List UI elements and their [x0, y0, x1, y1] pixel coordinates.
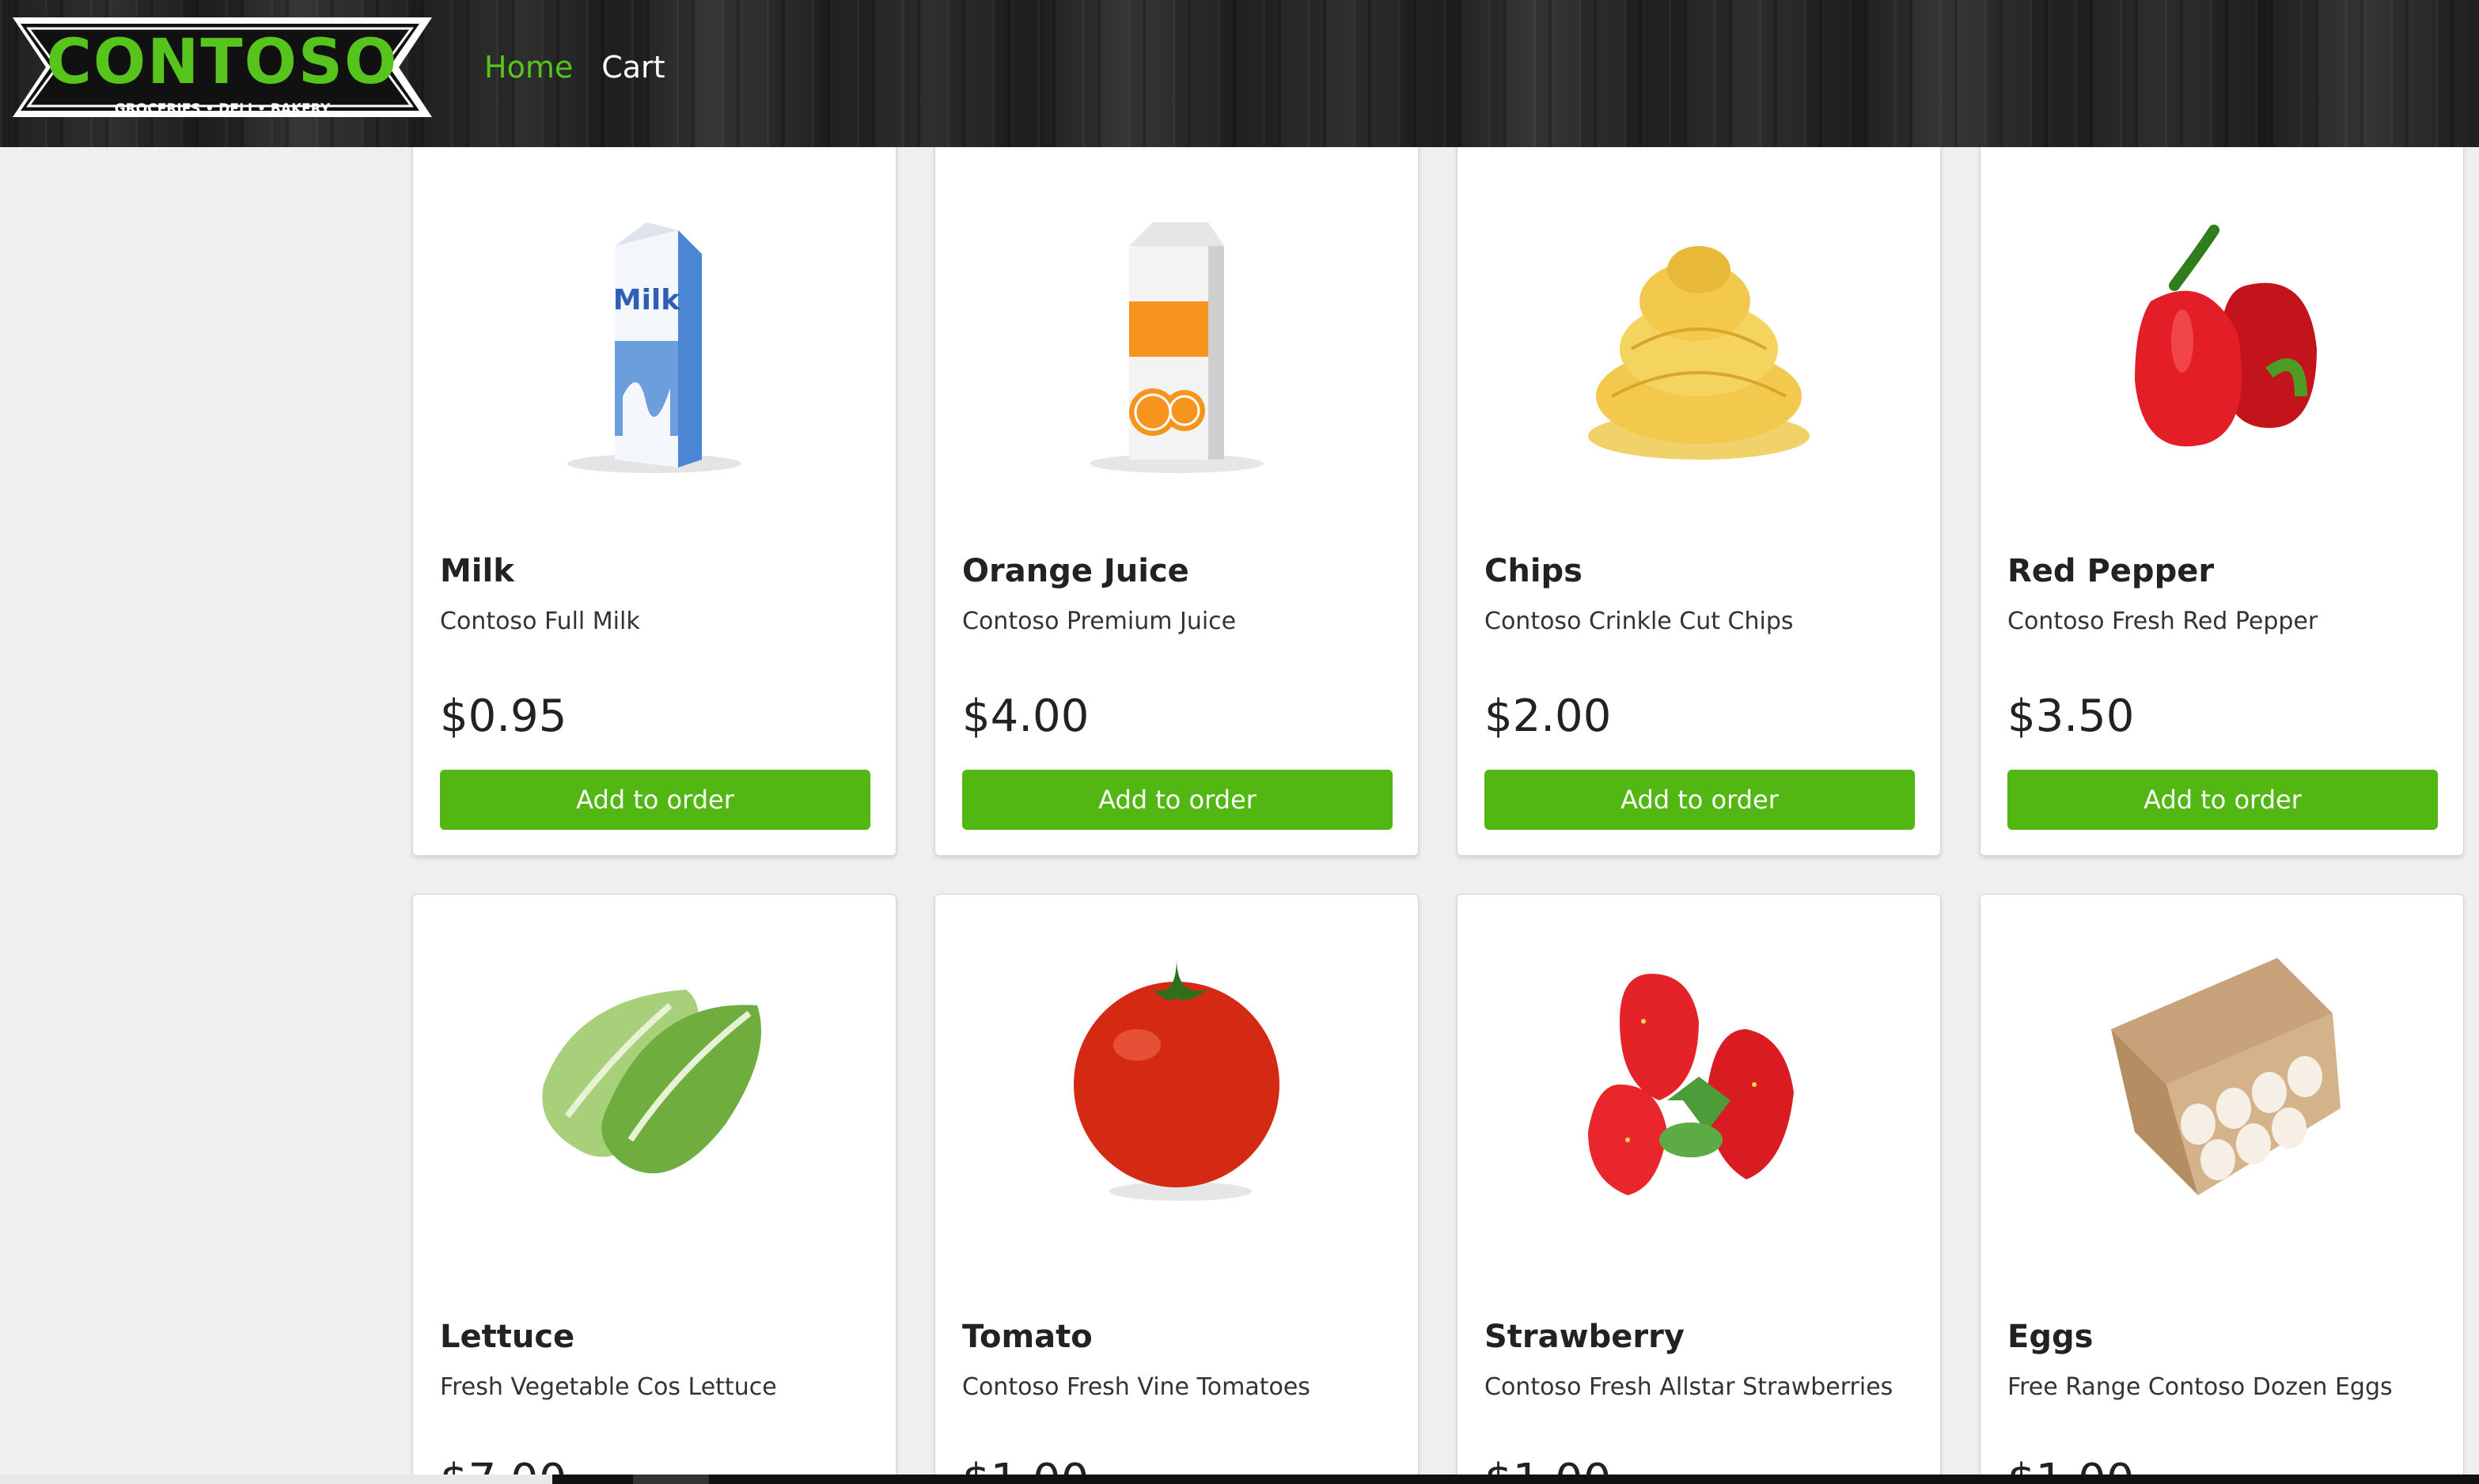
product-description: Fresh Vegetable Cos Lettuce	[440, 1373, 777, 1401]
product-description: Contoso Fresh Red Pepper	[2007, 608, 2318, 635]
product-description: Contoso Fresh Allstar Strawberries	[1484, 1373, 1893, 1401]
red-pepper-icon	[2135, 225, 2317, 447]
top-navigation-bar: CONTOSO GROCERIES • DELI • BAKERY Home C…	[0, 0, 2479, 147]
strawberry-icon	[1588, 974, 1794, 1195]
product-image	[935, 918, 1418, 1219]
product-price: $3.50	[2007, 691, 2135, 742]
product-description: Contoso Full Milk	[440, 608, 640, 635]
product-card-eggs: Eggs Free Range Contoso Dozen Eggs $1.00	[1980, 894, 2464, 1484]
add-to-order-button[interactable]: Add to order	[440, 770, 870, 830]
product-image	[413, 918, 896, 1219]
product-title: Chips	[1484, 553, 1583, 589]
nav-home-link[interactable]: Home	[484, 52, 573, 82]
product-grid: Milk Milk Contoso Full Milk $0.95 Add to…	[0, 0, 2479, 1484]
product-description: Free Range Contoso Dozen Eggs	[2007, 1373, 2393, 1401]
contoso-logo[interactable]: CONTOSO GROCERIES • DELI • BAKERY	[11, 14, 434, 120]
add-to-order-button[interactable]: Add to order	[962, 770, 1393, 830]
product-image	[1457, 918, 1940, 1219]
horizontal-scrollbar[interactable]	[0, 1475, 2479, 1484]
product-card-strawberry: Strawberry Contoso Fresh Allstar Strawbe…	[1457, 894, 1941, 1484]
product-card-orange-juice: Orange Juice Contoso Premium Juice $4.00…	[934, 119, 1419, 856]
product-card-red-pepper: Red Pepper Contoso Fresh Red Pepper $3.5…	[1980, 119, 2464, 856]
product-title: Milk	[440, 553, 514, 589]
product-image	[1981, 918, 2463, 1219]
product-card-milk: Milk Milk Contoso Full Milk $0.95 Add to…	[412, 119, 896, 856]
juice-carton-icon	[1090, 222, 1264, 473]
product-image	[1457, 191, 1940, 491]
product-description: Contoso Fresh Vine Tomatoes	[962, 1373, 1310, 1401]
product-title: Strawberry	[1484, 1319, 1685, 1355]
product-image	[935, 191, 1418, 491]
add-to-order-button[interactable]: Add to order	[1484, 770, 1915, 830]
product-image	[1981, 191, 2463, 491]
logo-wordmark: CONTOSO	[46, 27, 399, 98]
product-title: Red Pepper	[2007, 553, 2215, 589]
logo-tagline: GROCERIES • DELI • BAKERY	[114, 101, 331, 117]
product-title: Tomato	[962, 1319, 1093, 1355]
product-title: Lettuce	[440, 1319, 575, 1355]
product-price: $0.95	[440, 691, 567, 742]
main-nav: Home Cart	[484, 52, 665, 82]
product-price: $4.00	[962, 691, 1090, 742]
egg-carton-icon	[2111, 958, 2341, 1195]
add-to-order-button[interactable]: Add to order	[2007, 770, 2438, 830]
product-card-tomato: Tomato Contoso Fresh Vine Tomatoes $1.00	[934, 894, 1419, 1484]
nav-cart-link[interactable]: Cart	[601, 52, 665, 82]
scrollbar-track	[0, 1475, 552, 1484]
product-card-lettuce: Lettuce Fresh Vegetable Cos Lettuce $7.0…	[412, 894, 896, 1484]
svg-text:Milk: Milk	[613, 284, 681, 316]
product-description: Contoso Premium Juice	[962, 608, 1237, 635]
tomato-icon	[1074, 958, 1279, 1201]
chips-icon	[1588, 246, 1810, 460]
product-title: Orange Juice	[962, 553, 1189, 589]
product-title: Eggs	[2007, 1319, 2094, 1355]
product-image: Milk	[413, 191, 896, 491]
product-description: Contoso Crinkle Cut Chips	[1484, 608, 1794, 635]
scrollbar-thumb[interactable]	[633, 1475, 709, 1484]
product-price: $2.00	[1484, 691, 1612, 742]
milk-carton-icon: Milk	[567, 222, 741, 473]
lettuce-icon	[542, 990, 761, 1174]
product-card-chips: Chips Contoso Crinkle Cut Chips $2.00 Ad…	[1457, 119, 1941, 856]
